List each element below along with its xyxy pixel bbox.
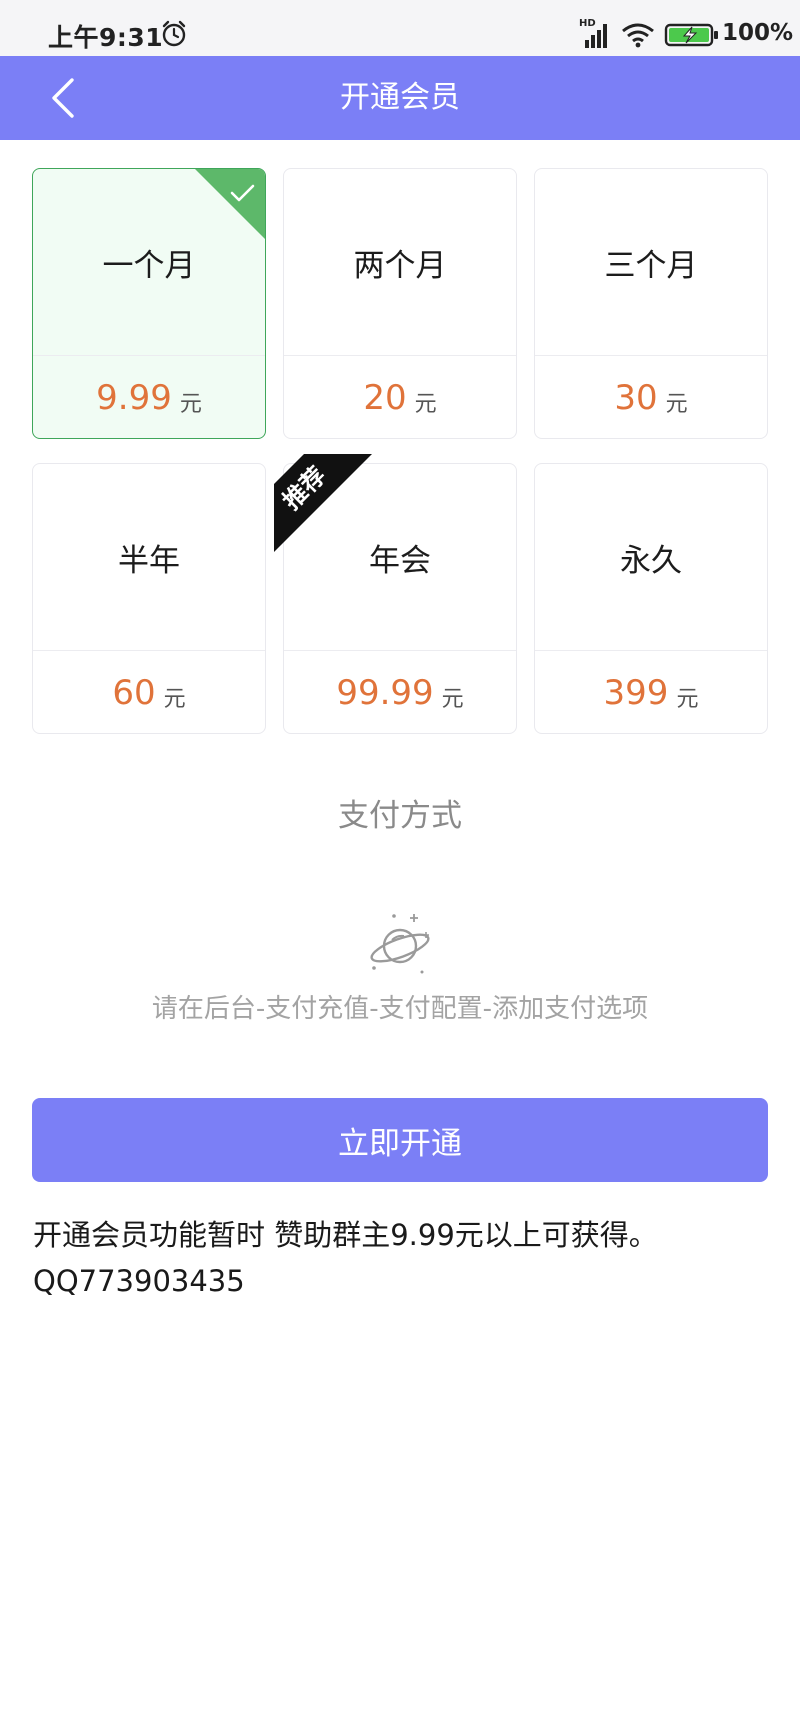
price-unit: 元 (414, 392, 437, 417)
plan-price: 30 元 (535, 356, 767, 438)
plan-price: 99.99 元 (284, 651, 516, 733)
cellular-signal-icon (585, 24, 607, 48)
price-value: 60 (112, 673, 156, 713)
price-value: 9.99 (96, 378, 172, 418)
payment-empty-hint: 请在后台-支付充值-支付配置-添加支付选项 (151, 994, 649, 1024)
alarm-clock-icon (162, 20, 186, 47)
plan-price: 399 元 (535, 651, 767, 733)
notice-line-2: QQ773903435 (33, 1264, 245, 1298)
back-arrow-icon[interactable] (44, 74, 84, 122)
plan-name: 半年 (118, 542, 180, 579)
price-value: 20 (363, 378, 407, 418)
header-bar: 开通会员 (0, 56, 800, 140)
battery-charging-icon (664, 23, 718, 47)
price-value: 30 (614, 378, 658, 418)
activate-membership-button[interactable]: 立即开通 (32, 1098, 768, 1182)
wifi-icon (622, 23, 654, 48)
notice-line-1: 开通会员功能暂时 赞助群主9.99元以上可获得。 (33, 1218, 658, 1252)
plan-price: 9.99 元 (33, 356, 265, 438)
plan-price: 20 元 (284, 356, 516, 438)
status-bar: 上午9:31 HD 100% (0, 0, 800, 56)
battery-percentage: 100% (722, 20, 794, 46)
plan-card-lifetime[interactable]: 永久 399 元 (534, 463, 768, 734)
price-unit: 元 (179, 392, 202, 417)
page-title: 开通会员 (340, 80, 460, 115)
payment-method-title: 支付方式 (338, 798, 462, 834)
recommend-badge: 推荐 (274, 454, 372, 552)
plan-name: 永久 (620, 542, 682, 579)
price-unit: 元 (441, 687, 464, 712)
planet-icon (370, 914, 430, 974)
plan-card-one-month[interactable]: 一个月 9.99 元 (32, 168, 266, 439)
notice-text: 开通会员功能暂时 赞助群主9.99元以上可获得。 QQ773903435 (33, 1212, 773, 1304)
plan-name: 两个月 (353, 247, 447, 284)
price-value: 399 (603, 673, 669, 713)
status-time: 上午9:31 (48, 23, 164, 52)
selected-check-icon (195, 169, 265, 239)
plan-card-half-year[interactable]: 半年 60 元 (32, 463, 266, 734)
price-unit: 元 (163, 687, 186, 712)
plan-card-three-months[interactable]: 三个月 30 元 (534, 168, 768, 439)
plan-card-two-months[interactable]: 两个月 20 元 (283, 168, 517, 439)
price-unit: 元 (676, 687, 699, 712)
price-unit: 元 (665, 392, 688, 417)
plan-price: 60 元 (33, 651, 265, 733)
price-value: 99.99 (336, 673, 434, 713)
plan-name: 三个月 (604, 247, 698, 284)
